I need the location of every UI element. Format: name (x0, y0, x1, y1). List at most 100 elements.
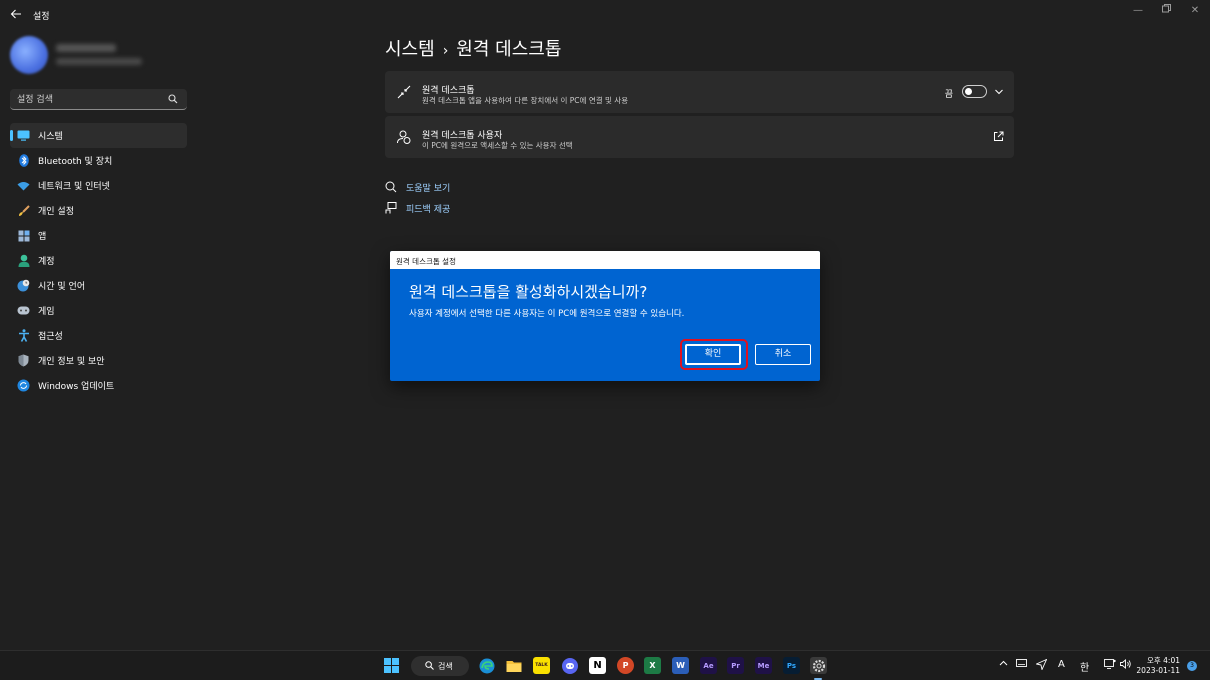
breadcrumb-parent[interactable]: 시스템 (385, 39, 435, 60)
kakaotalk-icon[interactable]: TALK (533, 657, 550, 674)
start-icon[interactable] (383, 657, 400, 674)
feedback-icon (385, 202, 397, 214)
person-icon (17, 254, 30, 267)
volume-icon[interactable] (1120, 659, 1131, 672)
feedback-link-label[interactable]: 피드백 제공 (406, 202, 450, 215)
file-explorer-icon[interactable] (505, 657, 522, 674)
users-icon (397, 130, 411, 144)
sidebar-item-label: 개인 설정 (38, 207, 74, 217)
restore-icon[interactable] (1156, 4, 1176, 18)
accessibility-icon (17, 329, 30, 342)
cancel-button[interactable]: 취소 (755, 344, 811, 365)
settings-search[interactable] (10, 89, 187, 110)
sidebar-item-accessibility[interactable]: 접근성 (10, 323, 187, 348)
sidebar-item-label: Bluetooth 및 장치 (38, 157, 113, 167)
remote-users-subtitle: 이 PC에 원격으로 액세스할 수 있는 사용자 선택 (422, 141, 573, 150)
page-title: 원격 데스크톱 (456, 39, 562, 60)
sidebar-item-label: 개인 정보 및 보안 (38, 357, 105, 367)
remote-desktop-confirm-dialog: 원격 데스크톱 설정 원격 데스크톱을 활성화하시겠습니까? 사용자 계정에서 … (390, 251, 820, 381)
photoshop-icon[interactable]: Ps (783, 657, 800, 674)
search-icon[interactable] (168, 93, 180, 105)
remote-desktop-subtitle: 원격 데스크톱 앱을 사용하여 다른 장치에서 이 PC에 연결 및 사용 (422, 96, 629, 105)
sidebar-item-label: 접근성 (38, 332, 63, 342)
sidebar-item-personalization[interactable]: 개인 설정 (10, 198, 187, 223)
location-icon[interactable] (1035, 658, 1048, 673)
close-icon[interactable]: ✕ (1185, 4, 1205, 18)
chevron-up-icon[interactable] (999, 659, 1008, 671)
display-icon[interactable] (1104, 659, 1116, 672)
title-bar: 설정 — ✕ (0, 0, 1210, 30)
remote-desktop-icon (397, 85, 411, 99)
breadcrumb: 시스템 › 원격 데스크톱 (385, 35, 561, 61)
sidebar-item-label: 계정 (38, 257, 55, 267)
remote-desktop-card[interactable]: 원격 데스크톱 원격 데스크톱 앱을 사용하여 다른 장치에서 이 PC에 연결… (385, 71, 1014, 113)
sidebar-item-label: 게임 (38, 307, 55, 317)
search-input[interactable] (17, 92, 167, 107)
monitor-icon (17, 129, 30, 142)
excel-icon[interactable]: X (644, 657, 661, 674)
globe-clock-icon (17, 279, 30, 292)
media-encoder-icon[interactable]: Me (755, 657, 772, 674)
system-clock[interactable]: 오후 4:01 2023-01-11 (1136, 656, 1180, 676)
sidebar-item-label: Windows 업데이트 (38, 382, 115, 392)
dialog-message: 사용자 계정에서 선택한 다른 사용자는 이 PC에 원격으로 연결할 수 있습… (409, 309, 685, 319)
sidebar-item-label: 시스템 (38, 132, 63, 142)
sidebar-nav: 시스템 Bluetooth 및 장치 네트워크 및 인터넷 개인 설정 앱 계정… (10, 123, 187, 398)
sidebar-item-label: 앱 (38, 232, 47, 242)
sidebar-item-gaming[interactable]: 게임 (10, 298, 187, 323)
brush-icon (17, 204, 30, 217)
taskbar-search-label: 검색 (438, 661, 453, 671)
user-name-blurred (56, 44, 116, 52)
sidebar-item-bluetooth[interactable]: Bluetooth 및 장치 (10, 148, 187, 173)
taskbar-search[interactable]: 검색 (411, 656, 469, 676)
remote-desktop-toggle[interactable] (962, 85, 987, 98)
sidebar-item-network[interactable]: 네트워크 및 인터넷 (10, 173, 187, 198)
shield-icon (17, 354, 30, 367)
keyboard-icon[interactable] (1016, 659, 1027, 670)
breadcrumb-separator: › (442, 43, 449, 59)
clock-date: 2023-01-11 (1136, 666, 1180, 675)
edge-icon[interactable] (478, 657, 495, 674)
wifi-icon (17, 179, 30, 192)
search-icon (425, 660, 434, 672)
sidebar-item-label: 시간 및 언어 (38, 282, 86, 292)
avatar[interactable] (10, 36, 48, 74)
confirm-button[interactable]: 확인 (685, 344, 741, 365)
bluetooth-icon (17, 154, 30, 167)
external-link-icon[interactable] (993, 131, 1004, 142)
toggle-knob (965, 88, 972, 95)
dialog-title-bar: 원격 데스크톱 설정 (390, 251, 820, 269)
minimize-icon[interactable]: — (1128, 4, 1148, 18)
clock-time: 오후 4:01 (1146, 656, 1180, 665)
sidebar-item-windows-update[interactable]: Windows 업데이트 (10, 373, 187, 398)
word-icon[interactable]: W (672, 657, 689, 674)
ime-mode-han[interactable]: 한 (1080, 659, 1089, 674)
sidebar-item-system[interactable]: 시스템 (10, 123, 187, 148)
notion-icon[interactable]: N (589, 657, 606, 674)
help-link-label[interactable]: 도움말 보기 (406, 181, 450, 194)
ime-mode-a[interactable]: A (1058, 659, 1065, 670)
powerpoint-icon[interactable]: P (617, 657, 634, 674)
taskbar: 검색 TALK N P X W Ae Pr Me Ps A 한 오후 4:01 … (0, 650, 1210, 680)
remote-desktop-users-card[interactable]: 원격 데스크톱 사용자 이 PC에 원격으로 액세스할 수 있는 사용자 선택 (385, 116, 1014, 158)
user-email-blurred (56, 58, 142, 65)
toggle-state-label: 끔 (944, 90, 953, 100)
settings-icon[interactable] (810, 657, 827, 674)
after-effects-icon[interactable]: Ae (700, 657, 717, 674)
sidebar-item-apps[interactable]: 앱 (10, 223, 187, 248)
gamepad-icon (17, 304, 30, 317)
update-icon (17, 379, 30, 392)
window-title: 설정 (33, 12, 50, 22)
discord-icon[interactable] (561, 657, 578, 674)
dialog-heading: 원격 데스크톱을 활성화하시겠습니까? (409, 283, 648, 301)
premiere-icon[interactable]: Pr (727, 657, 744, 674)
apps-icon (17, 229, 30, 242)
sidebar-item-time-language[interactable]: 시간 및 언어 (10, 273, 187, 298)
chevron-down-icon[interactable] (994, 86, 1004, 96)
help-icon (385, 181, 397, 193)
sidebar-item-privacy[interactable]: 개인 정보 및 보안 (10, 348, 187, 373)
sidebar-item-accounts[interactable]: 계정 (10, 248, 187, 273)
sidebar-item-label: 네트워크 및 인터넷 (38, 182, 110, 192)
notification-badge[interactable]: 3 (1187, 661, 1197, 671)
back-arrow-icon[interactable] (10, 8, 24, 22)
